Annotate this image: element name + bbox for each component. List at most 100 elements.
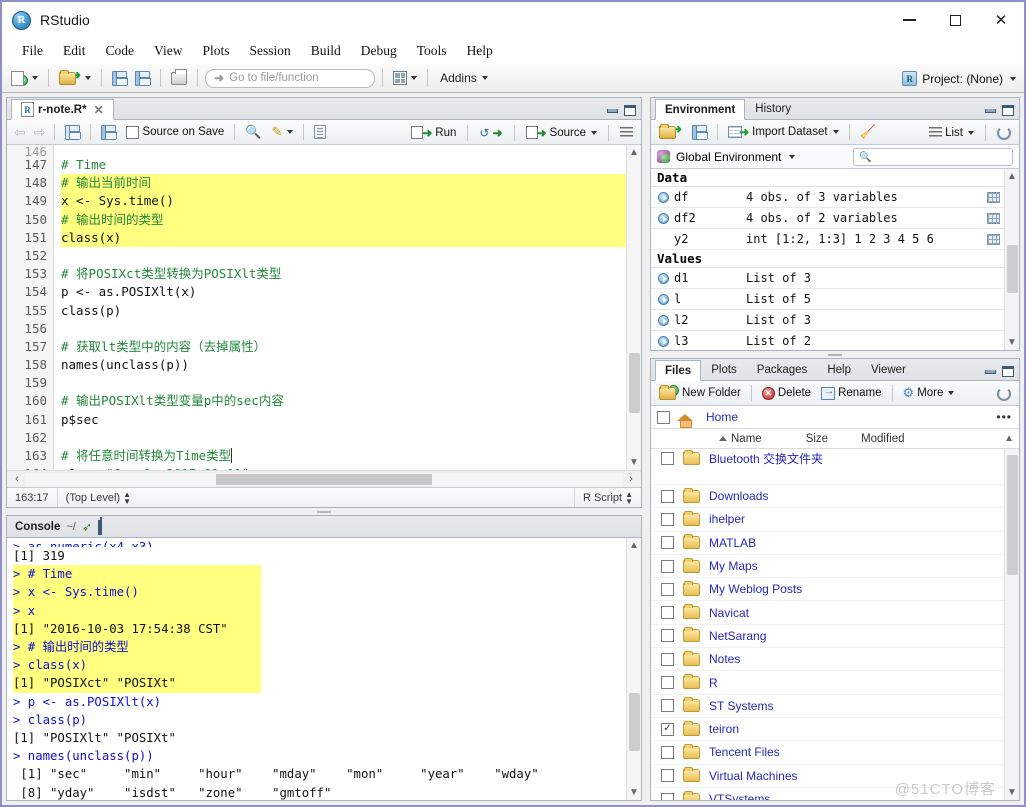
document-outline-button[interactable] (617, 126, 636, 139)
view-data-grid-icon[interactable] (987, 233, 1000, 245)
hscroll-thumb[interactable] (216, 473, 432, 485)
file-checkbox[interactable] (661, 606, 674, 620)
file-checkbox[interactable] (661, 536, 674, 550)
rename-button[interactable]: Rename (818, 386, 884, 401)
code-line[interactable]: # 获取lt类型中的内容（去掉属性） (61, 338, 626, 356)
file-row[interactable]: ihelper (651, 508, 1004, 532)
more-button[interactable]: ⚙ More (900, 384, 958, 402)
file-row[interactable]: MATLAB (651, 532, 1004, 555)
tab-viewer[interactable]: Viewer (861, 359, 916, 380)
code-line[interactable]: x <- Sys.time() (61, 192, 626, 211)
code-line[interactable]: p <- as.POSIXlt(x) (61, 283, 626, 301)
environment-row[interactable]: l3 List of 2 (651, 331, 1004, 350)
file-checkbox[interactable] (661, 745, 674, 759)
file-row[interactable]: Downloads (651, 485, 1004, 509)
console-output[interactable]: > as.numeric(x4-x3) [1] 319 > # Time > x <-… (7, 538, 626, 800)
expand-icon[interactable] (658, 212, 669, 224)
addins-button[interactable]: Addins (435, 69, 493, 87)
expand-icon[interactable] (658, 272, 669, 284)
compile-report-button[interactable] (311, 124, 329, 140)
minimize-pane-icon[interactable] (607, 108, 618, 113)
scroll-up-icon[interactable]: ▲ (629, 540, 639, 551)
file-row[interactable]: Bluetooth 交换文件夹 (651, 449, 1004, 485)
view-mode-button[interactable]: List (926, 126, 977, 140)
file-row[interactable]: Notes (651, 648, 1004, 672)
code-line[interactable]: # 将POSIXct类型转换为POSIXlt类型 (61, 265, 626, 283)
expand-icon[interactable] (658, 293, 669, 305)
environment-vertical-scrollbar[interactable]: ▲ ▼ (1004, 169, 1019, 350)
maximize-pane-icon[interactable] (1002, 105, 1014, 116)
scroll-up-icon[interactable]: ▲ (629, 147, 639, 158)
maximize-pane-icon[interactable] (624, 105, 636, 116)
file-name[interactable]: Notes (709, 652, 740, 666)
file-name[interactable]: Downloads (709, 489, 768, 503)
tab-files[interactable]: Files (655, 360, 702, 381)
breadcrumb[interactable]: Home (706, 410, 738, 424)
show-in-new-window-button[interactable] (62, 124, 83, 141)
workspace-panes-button[interactable] (390, 69, 420, 87)
source-on-save-checkbox[interactable]: Source on Save (123, 125, 227, 140)
file-checkbox[interactable]: ✓ (661, 722, 674, 736)
environment-row[interactable]: l List of 5 (651, 289, 1004, 310)
file-checkbox[interactable] (661, 452, 674, 465)
code-line[interactable]: # Time (61, 156, 626, 174)
code-line[interactable]: p$sec (61, 411, 626, 429)
file-name[interactable]: MATLAB (709, 536, 756, 550)
file-checkbox[interactable] (661, 676, 674, 690)
refresh-environment-button[interactable] (994, 125, 1014, 141)
file-name[interactable]: R (709, 676, 718, 690)
find-replace-button[interactable]: 🔍 (242, 123, 264, 141)
tab-plots[interactable]: Plots (701, 359, 747, 380)
menu-debug[interactable]: Debug (351, 40, 407, 62)
save-workspace-button[interactable] (689, 124, 710, 141)
file-row[interactable]: My Maps (651, 555, 1004, 579)
scroll-down-icon[interactable]: ▼ (1007, 337, 1017, 348)
file-checkbox[interactable] (661, 582, 674, 596)
column-header-modified[interactable]: Modified (861, 433, 904, 445)
refresh-files-button[interactable] (994, 386, 1014, 402)
file-row[interactable]: ✓ teiron (651, 718, 1004, 742)
editor-horizontal-scrollbar[interactable]: ‹ › (7, 470, 641, 487)
scroll-right-icon[interactable]: › (623, 473, 639, 485)
file-name[interactable]: Virtual Machines (709, 769, 798, 783)
load-workspace-button[interactable]: ➜ (656, 122, 685, 140)
close-button[interactable]: ✕ (978, 2, 1024, 38)
maximize-button[interactable] (932, 2, 978, 38)
console-vertical-scrollbar[interactable]: ▲ ▼ (626, 538, 641, 800)
view-data-grid-icon[interactable] (987, 212, 1000, 224)
file-checkbox[interactable] (661, 699, 674, 713)
environment-scope-label[interactable]: Global Environment (676, 150, 781, 164)
scroll-up-icon[interactable]: ▲ (1004, 433, 1014, 444)
tab-history[interactable]: History (745, 98, 801, 119)
editor-vertical-scrollbar[interactable]: ▲ ▼ (626, 145, 641, 470)
file-row[interactable]: Virtual Machines (651, 765, 1004, 788)
code-line[interactable]: class(x) (61, 228, 626, 247)
expand-icon[interactable] (658, 335, 669, 347)
open-file-button[interactable]: ➜ (56, 68, 94, 87)
horizontal-splitter[interactable] (646, 351, 1024, 358)
file-checkbox[interactable] (661, 629, 674, 643)
file-name[interactable]: My Maps (709, 559, 758, 573)
file-checkbox[interactable] (661, 512, 674, 526)
scroll-thumb[interactable] (628, 352, 640, 413)
maximize-pane-icon[interactable] (1002, 366, 1014, 377)
new-file-button[interactable]: + (8, 68, 41, 88)
scope-selector[interactable]: (Top Level) ▲ ▼ (58, 488, 139, 508)
save-all-button[interactable] (132, 69, 153, 88)
close-tab-icon[interactable]: ✕ (94, 103, 104, 117)
scroll-thumb[interactable] (1006, 244, 1018, 293)
code-line[interactable]: class(p) (61, 302, 626, 320)
file-row[interactable]: VTSystems (651, 788, 1004, 800)
file-type-selector[interactable]: R Script ▲ ▼ (573, 487, 641, 507)
tab-environment[interactable]: Environment (655, 99, 746, 120)
view-data-grid-icon[interactable] (987, 191, 1000, 203)
expand-icon[interactable] (658, 314, 669, 326)
code-editor[interactable]: # Time # 输出当前时间 x <- Sys.time() # 输出时间的类型 cl… (54, 145, 626, 470)
file-name[interactable]: Navicat (709, 606, 749, 620)
project-button[interactable]: R Project: (None) (902, 64, 1016, 93)
code-line[interactable] (61, 374, 626, 392)
menu-build[interactable]: Build (301, 40, 351, 62)
file-row[interactable]: ST Systems (651, 695, 1004, 718)
code-line[interactable]: # 输出当前时间 (61, 174, 626, 193)
scroll-down-icon[interactable]: ▼ (629, 457, 639, 468)
